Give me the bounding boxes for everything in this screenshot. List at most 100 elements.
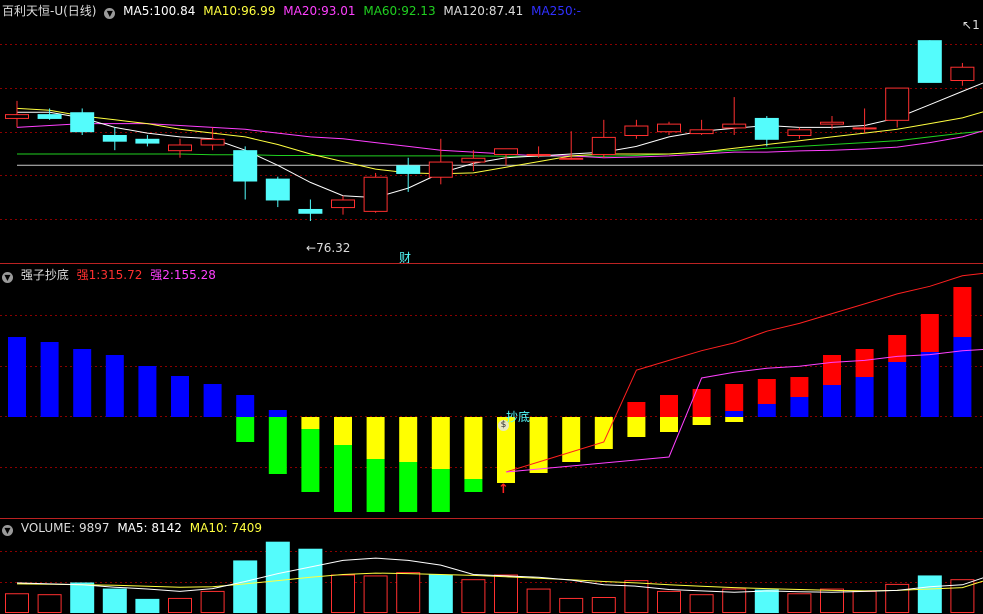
candle-body [298, 208, 323, 214]
candle-body [526, 153, 551, 156]
q2-bar [40, 342, 59, 417]
candle-body [461, 157, 486, 163]
negative-bar [660, 417, 678, 432]
coin-icon: $ [498, 420, 509, 431]
buy-arrow-icon: ↑ [498, 482, 509, 497]
q1-bar [790, 377, 809, 397]
candle-body [233, 150, 258, 182]
chevron-down-icon[interactable]: ▼ [104, 8, 116, 19]
volume-bar [526, 588, 551, 613]
q1-bar [823, 355, 841, 385]
candle-body [168, 144, 192, 152]
negative-bar [334, 417, 352, 445]
candle-body [657, 123, 681, 133]
volume-bar [37, 594, 62, 613]
q2-bar [888, 362, 907, 417]
indicator-title: 强子抄底 [20, 268, 69, 282]
negative-bar [431, 417, 450, 469]
negative-bar [301, 417, 320, 429]
candle-body [70, 112, 95, 133]
q1-bar [627, 402, 646, 417]
q1-bar [953, 287, 972, 337]
q2-bar [953, 337, 972, 417]
volume-bar [265, 541, 290, 613]
chevron-down-icon[interactable]: ▼ [2, 272, 13, 283]
volume-bar [461, 579, 486, 613]
candle-body [331, 199, 355, 209]
candle-body [689, 129, 714, 135]
negative-bar [627, 417, 646, 437]
indicator-header: ▼ 强子抄底 强1:315.72 强2:155.28 [2, 266, 220, 283]
q2-bar [105, 355, 124, 417]
vol-ma5-legend: MA5: 8142 [117, 521, 182, 535]
volume-bar [5, 593, 29, 613]
candle-body [37, 114, 62, 119]
q2-bar [757, 404, 776, 417]
deep-negative-bar [301, 429, 320, 492]
negative-bar [399, 417, 418, 462]
ma60-label: MA60: [363, 4, 402, 18]
volume-bar [396, 572, 421, 613]
volume-panel: ▼ VOLUME: 9897 MA5: 8142 MA10: 7409 [0, 519, 983, 614]
q2-bar [73, 349, 92, 417]
candle-body [265, 178, 290, 201]
candle-body [722, 123, 747, 129]
ma20-legend: MA20:93.01 [283, 4, 355, 18]
q1-label: 强1: [76, 268, 101, 282]
volume-bar [787, 593, 812, 613]
ma5-line [17, 82, 983, 199]
q2-legend: 强2:155.28 [150, 268, 216, 282]
volume-bar [852, 590, 877, 613]
price-chart [0, 40, 983, 222]
vol-ma5-value: 8142 [151, 521, 182, 535]
volume-bar [917, 575, 942, 613]
volume-bar [363, 575, 388, 613]
ma10-legend: MA10:96.99 [203, 4, 275, 18]
volume-legend: VOLUME: 9897 [21, 521, 110, 535]
q1-bar [660, 395, 678, 417]
q1-bar [757, 379, 776, 404]
candle-body [624, 125, 649, 137]
candle-body [428, 161, 453, 178]
ma20-label: MA20: [283, 4, 322, 18]
negative-bar [692, 417, 711, 425]
volume-header: ▼ VOLUME: 9897 MA5: 8142 MA10: 7409 [2, 521, 266, 536]
negative-bar [366, 417, 385, 459]
indicator-chart [0, 272, 983, 512]
q2-bar [236, 395, 255, 417]
q2-bar [8, 337, 26, 417]
deep-negative-bar [268, 417, 287, 474]
deep-negative-bar [366, 459, 385, 512]
candle-body [5, 114, 29, 119]
volume-bar [298, 548, 323, 613]
deep-negative-bar [399, 462, 418, 512]
volume-bar [559, 597, 584, 613]
ma5-legend: MA5:100.84 [123, 4, 195, 18]
volume-bar [168, 597, 192, 613]
candle-body [917, 40, 942, 83]
deep-negative-bar [334, 445, 352, 512]
q1-value: 315.72 [100, 268, 143, 282]
deep-negative-bar [464, 479, 483, 492]
ma20-value: 93.01 [321, 4, 356, 18]
ma10-label: MA10: [203, 4, 242, 18]
ma5-value: 100.84 [153, 4, 196, 18]
candle-body [885, 87, 910, 121]
volume-bar [331, 574, 355, 613]
q2-bar [725, 411, 744, 417]
negative-bar [464, 417, 483, 479]
negative-bar [562, 417, 581, 462]
chevron-down-icon[interactable]: ▼ [2, 525, 13, 536]
low-price-value: 76.32 [316, 241, 351, 255]
volume-bar [494, 574, 518, 613]
vol-ma10-label: MA10: [189, 521, 228, 535]
volume-bar [428, 574, 453, 613]
negative-bar [725, 417, 744, 422]
candle-body [950, 66, 975, 81]
q2-bar [268, 410, 287, 417]
bottom-signal-label: 抄底 [506, 410, 531, 424]
candle-body [135, 138, 160, 144]
ma250-legend: MA250:- [531, 4, 581, 18]
candle-body [787, 129, 812, 137]
ma120-label: MA120: [443, 4, 489, 18]
